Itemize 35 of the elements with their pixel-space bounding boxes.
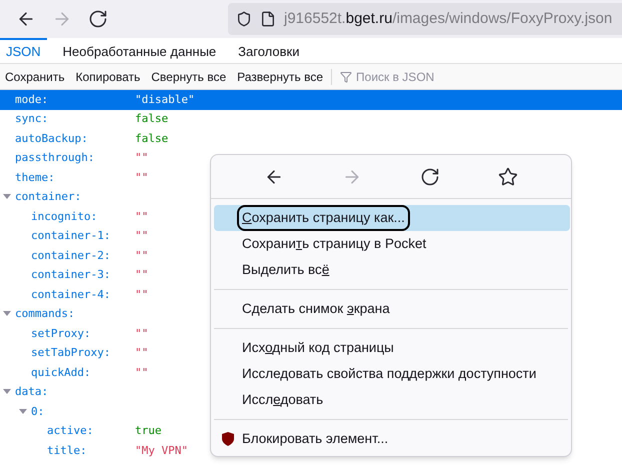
- json-value: "": [135, 267, 148, 283]
- json-value: "": [135, 286, 148, 302]
- json-key: mode:: [15, 92, 48, 106]
- json-value: "My VPN": [135, 442, 188, 458]
- json-key: commands:: [15, 307, 75, 320]
- json-value: "": [135, 150, 148, 166]
- url-text: j916552t.bget.ru/images/windows/FoxyProxy.json: [284, 8, 612, 29]
- json-key: setProxy:: [31, 326, 91, 340]
- json-value: "": [135, 170, 148, 186]
- json-value: "": [135, 326, 148, 342]
- json-value: true: [135, 423, 162, 439]
- json-key: container:: [15, 190, 82, 203]
- json-key: data:: [15, 385, 48, 398]
- json-value: false: [135, 111, 168, 127]
- json-value: "": [135, 248, 148, 264]
- json-value: "disable": [135, 92, 195, 108]
- json-value: "": [135, 208, 148, 224]
- json-key: quickAdd:: [31, 366, 91, 378]
- json-key: 0:: [31, 404, 44, 418]
- json-key: container-2:: [31, 248, 110, 262]
- json-key: passthrough:: [15, 151, 94, 164]
- json-key: theme:: [15, 170, 55, 184]
- json-key: autoBackup:: [15, 132, 88, 144]
- json-key: sync:: [15, 112, 48, 125]
- json-key: setTabProxy:: [31, 346, 110, 359]
- json-key: container-3:: [31, 268, 110, 281]
- json-key: container-4:: [31, 288, 110, 300]
- json-value: false: [135, 130, 168, 146]
- json-value: "": [135, 345, 148, 361]
- json-key: incognito:: [31, 210, 98, 222]
- json-key: active:: [47, 424, 94, 437]
- json-key: container-1:: [31, 229, 110, 242]
- json-value: "": [135, 228, 148, 244]
- json-value: "": [135, 364, 148, 380]
- json-key: title:: [47, 444, 87, 456]
